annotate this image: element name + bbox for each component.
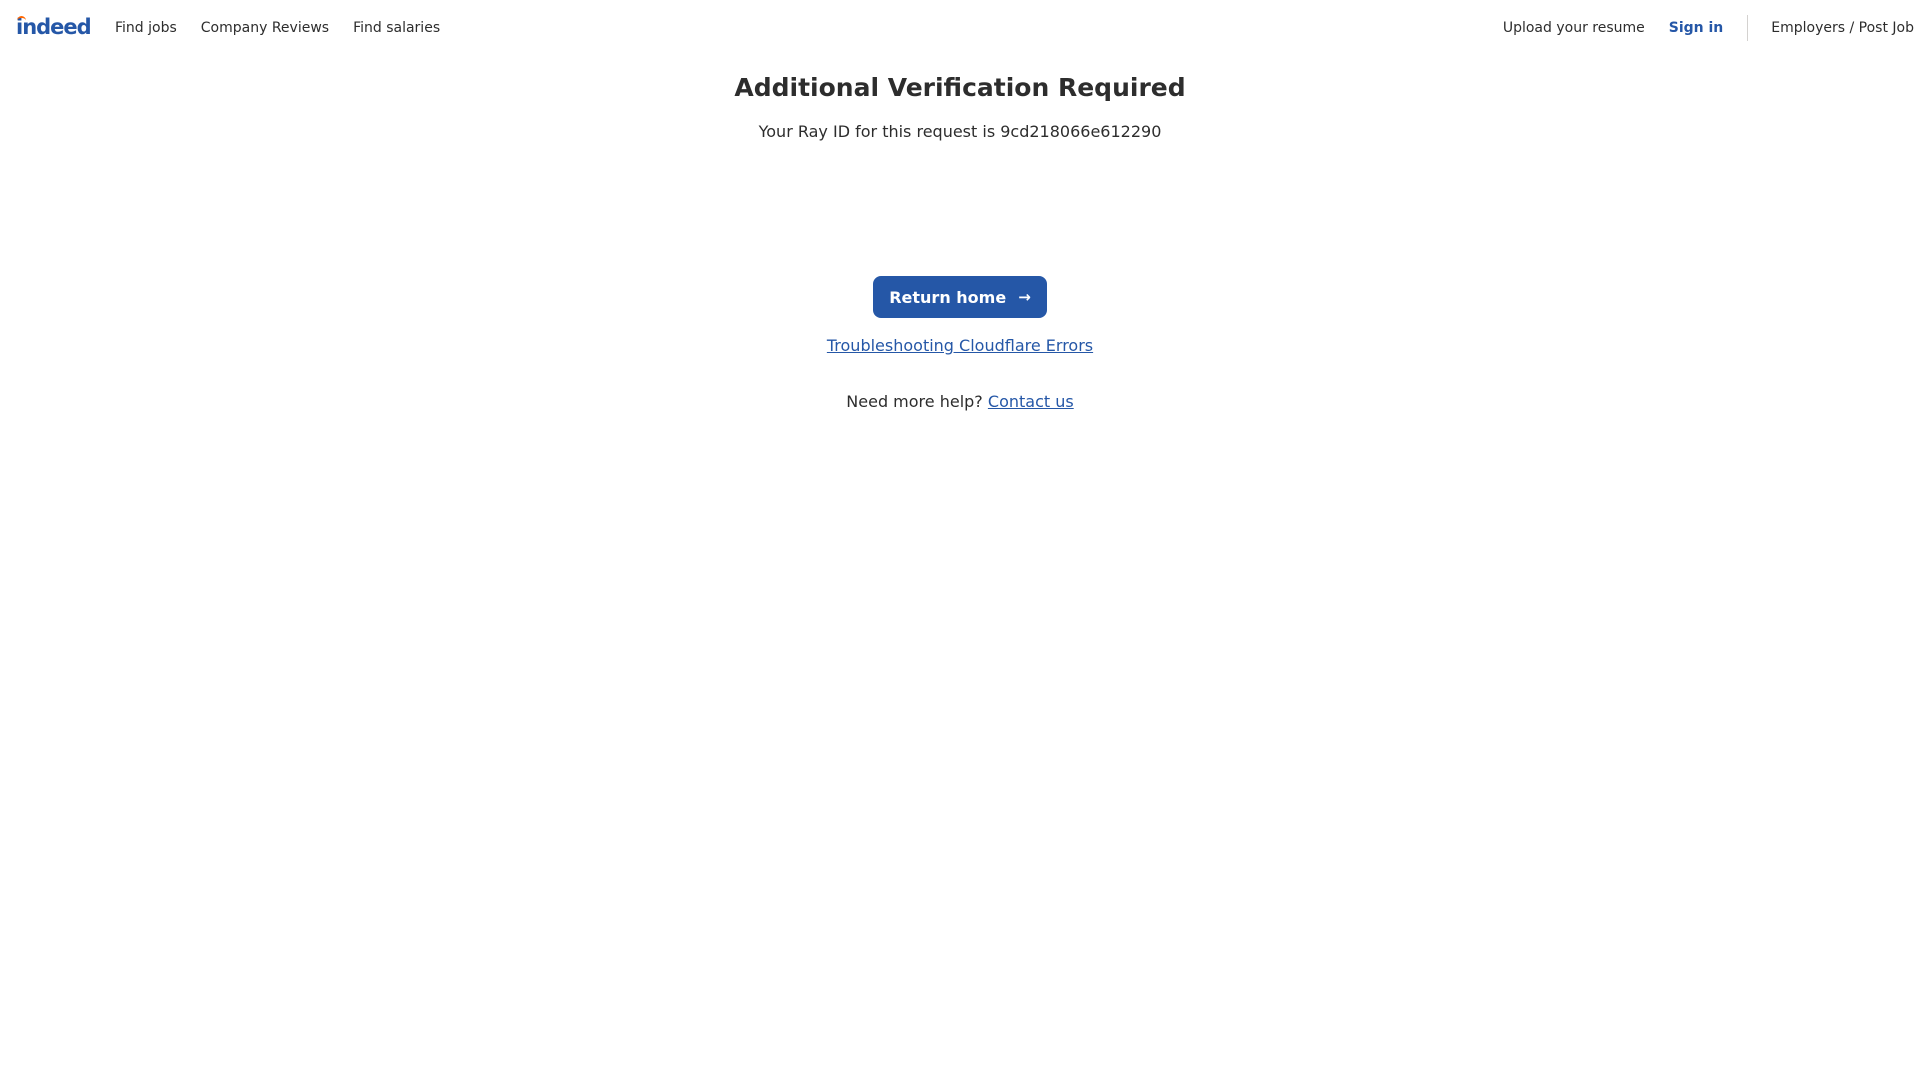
troubleshoot-row: Troubleshooting Cloudflare Errors	[0, 335, 1920, 357]
arrow-right-icon: →	[1018, 288, 1031, 306]
site-header: indeed Find jobs Company Reviews Find sa…	[0, 0, 1920, 56]
contact-us-link[interactable]: Contact us	[988, 392, 1074, 411]
secondary-nav: Upload your resume Sign in Employers / P…	[1503, 0, 1914, 56]
nav-company-reviews[interactable]: Company Reviews	[201, 20, 329, 36]
ray-id-text: Your Ray ID for this request is 9cd21806…	[758, 122, 1162, 141]
troubleshooting-link[interactable]: Troubleshooting Cloudflare Errors	[827, 336, 1093, 355]
sign-in-link[interactable]: Sign in	[1669, 20, 1724, 36]
logo-swoosh-icon	[17, 16, 26, 22]
help-prefix: Need more help?	[846, 392, 983, 411]
upload-resume-link[interactable]: Upload your resume	[1503, 20, 1645, 36]
return-home-label: Return home	[889, 287, 1007, 307]
primary-nav: Find jobs Company Reviews Find salaries	[115, 0, 464, 56]
nav-divider	[1747, 15, 1749, 41]
nav-find-salaries[interactable]: Find salaries	[353, 20, 440, 36]
help-row: Need more help? Contact us	[0, 391, 1920, 413]
nav-find-jobs[interactable]: Find jobs	[115, 20, 177, 36]
employers-post-job-link[interactable]: Employers / Post Job	[1771, 20, 1914, 36]
return-home-button[interactable]: Return home →	[873, 276, 1047, 318]
indeed-logo[interactable]: indeed	[16, 13, 92, 41]
logo-text: indeed	[16, 15, 92, 39]
page-title: Additional Verification Required	[734, 73, 1186, 102]
